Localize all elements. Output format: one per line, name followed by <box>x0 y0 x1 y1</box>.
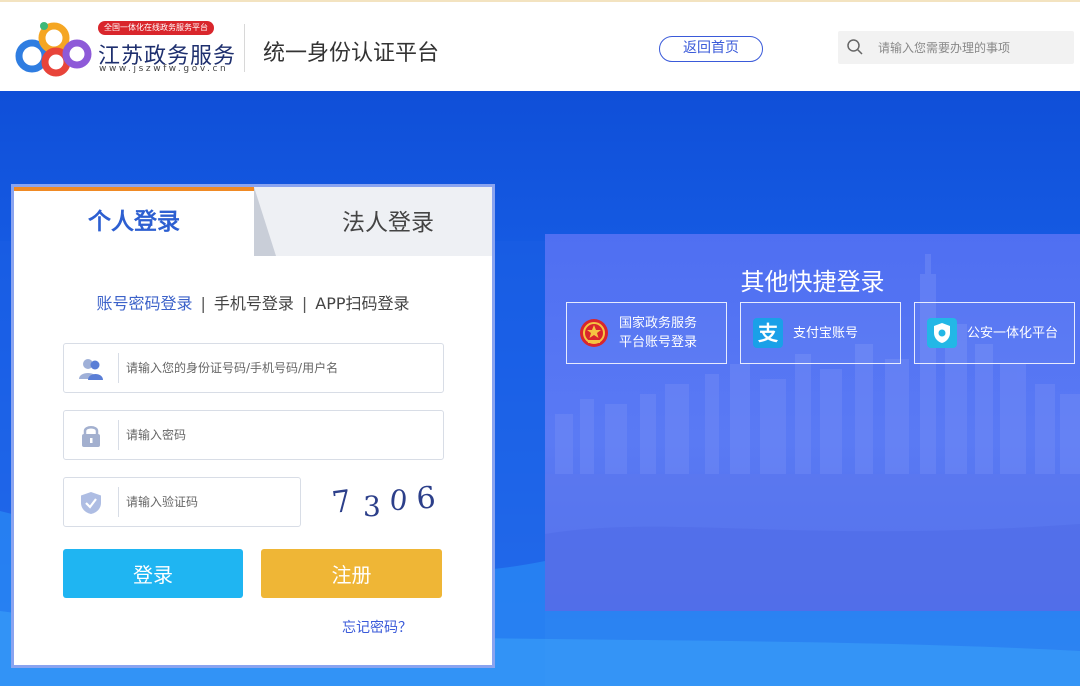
police-badge-icon <box>927 318 957 348</box>
forgot-password-link[interactable]: 忘记密码？ <box>342 617 412 637</box>
tab-legal-login[interactable]: 法人登录 <box>254 187 492 256</box>
register-button[interactable]: 注册 <box>261 549 442 598</box>
shield-check-icon <box>81 492 101 514</box>
captcha-digit: 7 <box>330 484 354 521</box>
quick-login-label: 支付宝账号 <box>793 325 859 341</box>
login-button[interactable]: 登录 <box>63 549 243 598</box>
method-password-login[interactable]: 账号密码登录 <box>96 294 192 313</box>
tab-personal-login[interactable]: 个人登录 <box>14 187 254 256</box>
page-title: 统一身份认证平台 <box>263 41 440 66</box>
tab-fold-decoration <box>254 187 276 256</box>
field-divider <box>118 353 119 383</box>
search-input[interactable] <box>878 31 1068 64</box>
captcha-field <box>63 477 301 527</box>
lock-icon <box>82 426 100 447</box>
quick-login-panel: 其他快捷登录 国家政务服务 平台账号登录 支 支付宝账号 公安一体化平台 <box>545 234 1080 611</box>
quick-login-police[interactable]: 公安一体化平台 <box>914 302 1075 364</box>
field-divider <box>118 487 119 517</box>
search-box <box>838 31 1074 64</box>
user-icon <box>79 359 103 380</box>
quick-login-label: 公安一体化平台 <box>967 325 1059 341</box>
captcha-input[interactable] <box>126 478 296 526</box>
site-header: 全国一体化在线政务服务平台 江苏政务服务 www.jszwfw.gov.cn 统… <box>0 0 1080 91</box>
method-phone-login[interactable]: 手机号登录 <box>214 294 294 313</box>
captcha-digit: 6 <box>415 480 437 517</box>
quick-login-national[interactable]: 国家政务服务 平台账号登录 <box>566 302 727 364</box>
svg-text:支: 支 <box>758 321 779 345</box>
tab-label: 法人登录 <box>342 210 434 236</box>
password-field <box>63 410 444 460</box>
method-separator: | <box>301 294 308 313</box>
username-field <box>63 343 444 393</box>
captcha-image[interactable]: 7 3 0 6 <box>327 478 447 524</box>
home-button[interactable]: 返回首页 <box>659 36 763 62</box>
tab-label: 个人登录 <box>88 209 180 235</box>
header-divider <box>244 24 245 72</box>
field-divider <box>118 420 119 450</box>
login-card: 个人登录 法人登录 账号密码登录 | 手机号登录 | APP扫码登录 请输入您的… <box>11 184 495 668</box>
quick-login-title: 其他快捷登录 <box>740 268 885 296</box>
username-input[interactable] <box>126 344 436 392</box>
national-emblem-icon <box>580 319 608 347</box>
alipay-icon: 支 <box>753 318 783 348</box>
captcha-digit: 3 <box>363 490 381 523</box>
method-app-scan-login[interactable]: APP扫码登录 <box>315 294 409 313</box>
platform-badge: 全国一体化在线政务服务平台 <box>98 21 214 35</box>
quick-login-label: 国家政务服务 平台账号登录 <box>619 316 698 350</box>
captcha-digit: 0 <box>388 483 409 518</box>
quick-login-alipay[interactable]: 支 支付宝账号 <box>740 302 901 364</box>
brand-url: www.jszwfw.gov.cn <box>99 64 229 74</box>
jiangsu-logo-icon[interactable] <box>14 18 94 78</box>
login-method-switcher: 账号密码登录 | 手机号登录 | APP扫码登录 <box>14 290 492 314</box>
method-separator: | <box>200 294 206 313</box>
password-input[interactable] <box>126 411 436 459</box>
search-icon[interactable] <box>846 38 864 56</box>
